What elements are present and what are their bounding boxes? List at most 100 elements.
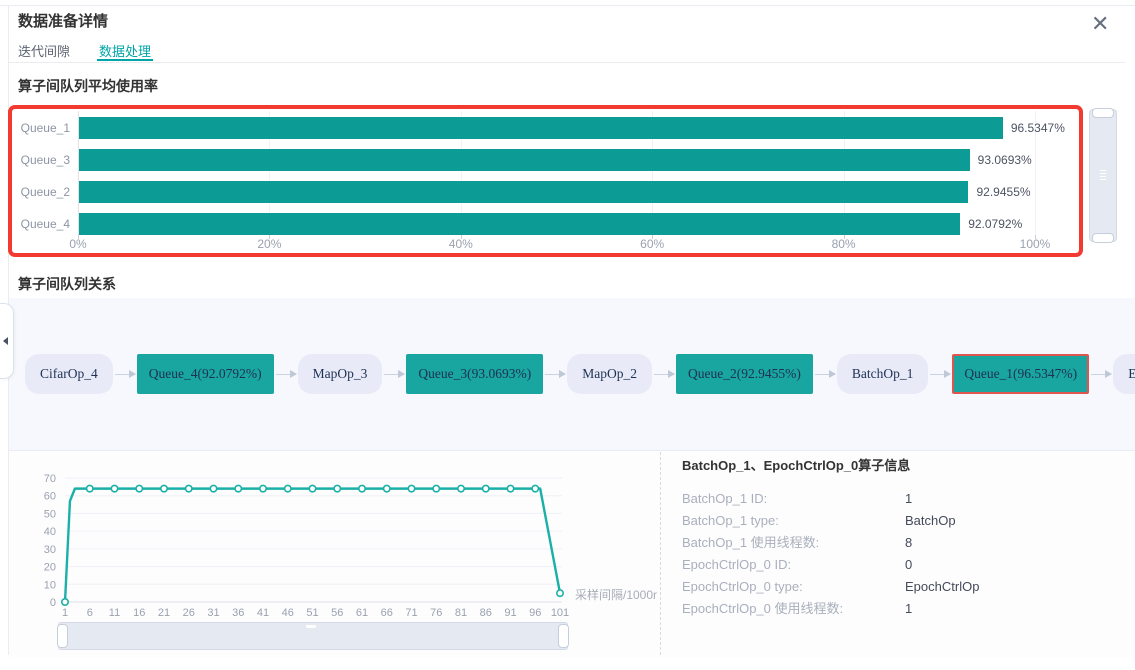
operator-info-row: EpochCtrlOp_0 ID:0 bbox=[682, 554, 1112, 576]
line-data-marker bbox=[111, 485, 117, 491]
line-data-marker bbox=[87, 485, 93, 491]
line-x-tick-label: 91 bbox=[504, 607, 516, 619]
flow-arrow-icon bbox=[115, 374, 135, 375]
operator-info-row: BatchOp_1 type:BatchOp bbox=[682, 510, 1112, 532]
flow-node-Queue_4920792[interactable]: Queue_4(92.0792%) bbox=[137, 354, 274, 394]
sidebar-collapse-button[interactable] bbox=[0, 303, 14, 379]
line-chart-x-axis-label: 采样间隔/1000r bbox=[575, 586, 657, 603]
flow-arrow-icon bbox=[1091, 374, 1111, 375]
line-x-tick-label: 31 bbox=[207, 607, 219, 619]
bar-x-tick-label: 20% bbox=[234, 237, 304, 251]
flow-node-MapOp_3[interactable]: MapOp_3 bbox=[298, 354, 383, 394]
line-data-marker bbox=[384, 485, 390, 491]
tab-iteration-gap[interactable]: 迭代间隙 bbox=[18, 41, 70, 60]
line-data-marker bbox=[334, 485, 340, 491]
line-x-tick-label: 46 bbox=[282, 607, 294, 619]
operator-info-label: EpochCtrlOp_0 ID: bbox=[682, 554, 905, 576]
line-x-tick-label: 86 bbox=[480, 607, 492, 619]
flow-arrow-icon bbox=[384, 374, 404, 375]
vertical-datazoom-slider[interactable] bbox=[1089, 109, 1117, 242]
flow-node-MapOp_2[interactable]: MapOp_2 bbox=[567, 354, 652, 394]
bar-category-label-Queue_1: Queue_1 bbox=[12, 117, 70, 139]
line-data-marker bbox=[359, 485, 365, 491]
flow-arrow-icon bbox=[545, 374, 565, 375]
line-x-tick-label: 101 bbox=[551, 607, 569, 619]
line-x-tick-label: 36 bbox=[232, 607, 244, 619]
line-data-marker bbox=[557, 590, 563, 596]
hslider-right-handle[interactable] bbox=[558, 624, 569, 648]
bar-x-tick-label: 40% bbox=[426, 237, 496, 251]
operator-flow-canvas[interactable]: CifarOp_4 Queue_4(92.0792%) MapOp_3 Queue_3… bbox=[9, 298, 1135, 450]
bar-Queue_3[interactable] bbox=[79, 149, 970, 171]
line-data-marker bbox=[458, 485, 464, 491]
line-y-tick-label: 50 bbox=[44, 508, 56, 520]
queue-relation-title: 算子间队列关系 bbox=[18, 274, 116, 294]
line-y-tick-label: 60 bbox=[44, 491, 56, 503]
bar-Queue_4[interactable] bbox=[79, 213, 960, 235]
flow-arrow-icon bbox=[276, 374, 296, 375]
bar-x-tick-label: 80% bbox=[809, 237, 879, 251]
tab-data-processing[interactable]: 数据处理 bbox=[99, 41, 151, 60]
line-x-tick-label: 6 bbox=[87, 607, 93, 619]
line-x-tick-label: 21 bbox=[158, 607, 170, 619]
vslider-bottom-handle[interactable] bbox=[1092, 233, 1114, 243]
line-y-tick-label: 40 bbox=[44, 526, 56, 538]
line-data-marker bbox=[507, 485, 513, 491]
bar-Queue_2[interactable] bbox=[79, 181, 968, 203]
operator-info-value: 1 bbox=[905, 598, 912, 620]
hslider-grip[interactable] bbox=[306, 625, 316, 628]
tabs-divider bbox=[8, 62, 1125, 63]
line-y-tick-label: 30 bbox=[44, 544, 56, 556]
queue-usage-bar-chart[interactable]: 0%20%40%60%80%100%Queue_196.5347%Queue_3… bbox=[12, 109, 1079, 253]
bar-category-label-Queue_2: Queue_2 bbox=[12, 181, 70, 203]
data-preparation-dialog: 数据准备详情 迭代间隙 数据处理 ✕ 算子间队列平均使用率 0%20%40%60… bbox=[0, 0, 1135, 670]
hslider-left-handle[interactable] bbox=[57, 624, 68, 648]
line-y-tick-label: 10 bbox=[44, 579, 56, 591]
line-x-tick-label: 71 bbox=[405, 607, 417, 619]
flow-arrow-icon bbox=[654, 374, 674, 375]
line-data-marker bbox=[210, 485, 216, 491]
line-data-marker bbox=[136, 485, 142, 491]
bar-Queue_1[interactable] bbox=[79, 117, 1003, 139]
horizontal-datazoom-slider[interactable] bbox=[58, 622, 568, 650]
operator-info-list: BatchOp_1 ID:1BatchOp_1 type:BatchOpBatc… bbox=[682, 488, 1112, 620]
close-icon[interactable]: ✕ bbox=[1091, 13, 1109, 35]
flow-arrow-icon bbox=[930, 374, 950, 375]
line-data-marker bbox=[186, 485, 192, 491]
queue-usage-chart-highlight-box[interactable]: 0%20%40%60%80%100%Queue_196.5347%Queue_3… bbox=[8, 105, 1083, 257]
operator-info-label: BatchOp_1 type: bbox=[682, 510, 905, 532]
bar-value-label: 93.0693% bbox=[978, 149, 1032, 171]
line-x-tick-label: 61 bbox=[356, 607, 368, 619]
flow-node-row: CifarOp_4 Queue_4(92.0792%) MapOp_3 Queue_3… bbox=[25, 298, 1117, 450]
flow-node-Queue_3930693[interactable]: Queue_3(93.0693%) bbox=[406, 354, 543, 394]
bar-value-label: 92.9455% bbox=[976, 181, 1030, 203]
bar-x-tick-label: 100% bbox=[1000, 237, 1070, 251]
bar-value-label: 96.5347% bbox=[1011, 117, 1065, 139]
vslider-grip[interactable] bbox=[1100, 170, 1106, 180]
flow-arrow-icon bbox=[815, 374, 835, 375]
bar-x-tick-label: 60% bbox=[617, 237, 687, 251]
line-x-tick-label: 76 bbox=[430, 607, 442, 619]
flow-node-Queue_2929455[interactable]: Queue_2(92.9455%) bbox=[676, 354, 813, 394]
vslider-top-handle[interactable] bbox=[1092, 108, 1114, 118]
flow-node-Queue_1965347[interactable]: Queue_1(96.5347%) bbox=[952, 354, 1089, 394]
line-data-marker bbox=[483, 485, 489, 491]
active-tab-underline bbox=[97, 59, 153, 61]
top-divider bbox=[0, 5, 1135, 6]
line-x-tick-label: 51 bbox=[306, 607, 318, 619]
line-x-tick-label: 66 bbox=[381, 607, 393, 619]
collapse-left-arrow-icon bbox=[3, 337, 8, 345]
line-data-marker bbox=[285, 485, 291, 491]
flow-node-EpochCtrlOp_0[interactable]: EpochCtrlOp_0 bbox=[1113, 354, 1135, 394]
line-x-tick-label: 16 bbox=[133, 607, 145, 619]
line-data-marker bbox=[532, 485, 538, 491]
operator-info-value: 1 bbox=[905, 488, 912, 510]
line-data-marker bbox=[408, 485, 414, 491]
line-x-tick-label: 81 bbox=[455, 607, 467, 619]
flow-node-CifarOp_4[interactable]: CifarOp_4 bbox=[25, 354, 113, 394]
flow-node-BatchOp_1[interactable]: BatchOp_1 bbox=[837, 354, 929, 394]
queue-usage-title: 算子间队列平均使用率 bbox=[18, 76, 158, 96]
line-x-tick-label: 56 bbox=[331, 607, 343, 619]
bar-value-label: 92.0792% bbox=[968, 213, 1022, 235]
page-title: 数据准备详情 bbox=[18, 10, 108, 31]
